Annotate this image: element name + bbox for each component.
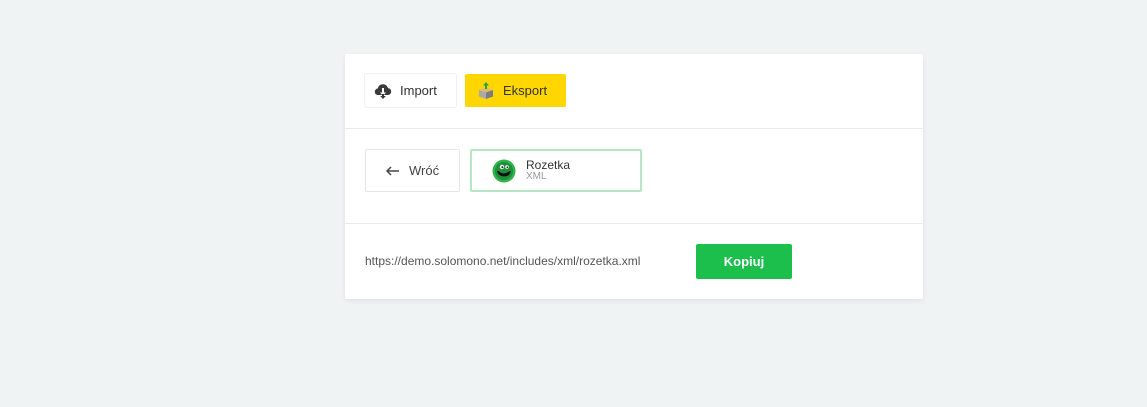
copy-button[interactable]: Kopiuj <box>696 244 792 279</box>
channel-rozetka[interactable]: Rozetka XML <box>470 149 642 192</box>
export-url[interactable]: https://demo.solomono.net/includes/xml/r… <box>365 254 640 268</box>
rozetka-logo-icon <box>492 159 516 183</box>
channel-name: Rozetka <box>526 157 571 172</box>
tabs-section: Import Eksport <box>345 54 923 129</box>
export-panel: Import Eksport Wróć Rozetka XML https://… <box>345 54 923 299</box>
channel-texts: Rozetka XML <box>526 159 570 183</box>
tab-import-label: Import <box>400 83 437 98</box>
tab-export-label: Eksport <box>503 83 548 98</box>
back-button-label: Wróć <box>409 163 440 178</box>
channel-format: XML <box>526 170 547 182</box>
cloud-download-icon <box>374 82 392 100</box>
channel-section: Wróć Rozetka XML <box>345 129 923 224</box>
box-upload-icon <box>477 81 495 100</box>
tab-import[interactable]: Import <box>365 74 456 107</box>
link-section: https://demo.solomono.net/includes/xml/r… <box>345 224 923 300</box>
back-button[interactable]: Wróć <box>365 149 460 192</box>
arrow-left-icon <box>386 165 400 176</box>
tab-export[interactable]: Eksport <box>465 74 566 107</box>
